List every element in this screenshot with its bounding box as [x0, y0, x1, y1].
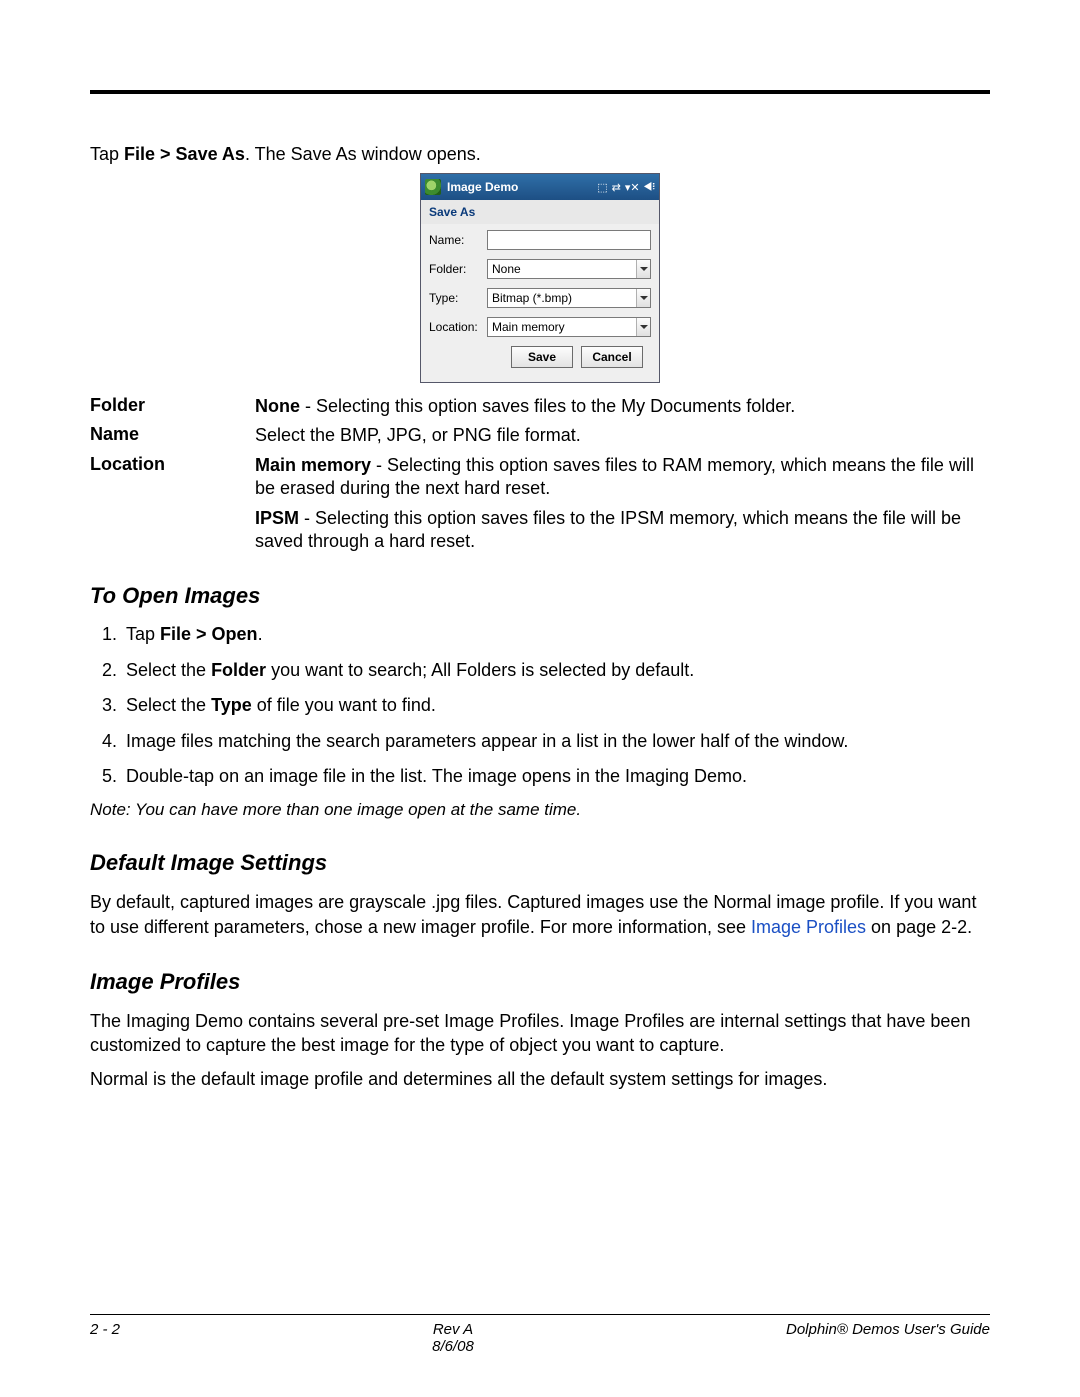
type-dropdown-icon[interactable]: [636, 289, 650, 307]
connectivity-icon: ⇄: [612, 181, 621, 194]
window-title: Image Demo: [447, 180, 597, 194]
saveas-header: Save As: [421, 200, 659, 224]
folder-dropdown-icon[interactable]: [636, 260, 650, 278]
step-2: Select the Folder you want to search; Al…: [122, 659, 990, 682]
location-value: Main memory: [492, 320, 565, 334]
signal-icon: ▾✕: [625, 181, 640, 194]
desc-row-location: Location Main memory - Selecting this op…: [90, 454, 990, 501]
heading-open-images: To Open Images: [90, 583, 990, 609]
cancel-button[interactable]: Cancel: [581, 346, 643, 368]
description-table: Folder None - Selecting this option save…: [90, 395, 990, 553]
windows-start-icon: [425, 179, 441, 195]
window-titlebar: Image Demo ⬚ ⇄ ▾✕ ◀፧: [421, 174, 659, 200]
desc-row-folder: Folder None - Selecting this option save…: [90, 395, 990, 418]
step-4: Image files matching the search paramete…: [122, 730, 990, 753]
top-rule: [90, 90, 990, 94]
footer-center: Rev A 8/6/08: [432, 1321, 474, 1355]
saveas-window: Image Demo ⬚ ⇄ ▾✕ ◀፧ Save As Name: Folde…: [420, 173, 660, 383]
desc-row-name: Name Select the BMP, JPG, or PNG file fo…: [90, 424, 990, 447]
def-location2: IPSM - Selecting this option saves files…: [255, 507, 990, 554]
footer-guide-title: Dolphin® Demos User's Guide: [786, 1321, 990, 1338]
row-name: Name:: [429, 230, 651, 250]
footer-date: 8/6/08: [432, 1338, 474, 1355]
open-steps-list: Tap File > Open. Select the Folder you w…: [90, 623, 990, 788]
def-folder: None - Selecting this option saves files…: [255, 395, 990, 418]
footer-page-number: 2 - 2: [90, 1321, 120, 1338]
type-select[interactable]: Bitmap (*.bmp): [487, 288, 651, 308]
folder-value: None: [492, 262, 521, 276]
location-dropdown-icon[interactable]: [636, 318, 650, 336]
screenshot-container: Image Demo ⬚ ⇄ ▾✕ ◀፧ Save As Name: Folde…: [90, 173, 990, 383]
heading-default-settings: Default Image Settings: [90, 850, 990, 876]
row-location: Location: Main memory: [429, 317, 651, 337]
profiles-p1: The Imaging Demo contains several pre-se…: [90, 1009, 990, 1058]
speaker-icon: ◀፧: [644, 181, 655, 194]
def-name: Select the BMP, JPG, or PNG file format.: [255, 424, 990, 447]
system-tray: ⬚ ⇄ ▾✕ ◀፧: [597, 181, 655, 194]
name-input[interactable]: [487, 230, 651, 250]
step-1: Tap File > Open.: [122, 623, 990, 646]
page-footer: 2 - 2 Rev A 8/6/08 Dolphin® Demos User's…: [90, 1314, 990, 1355]
term-location: Location: [90, 454, 255, 501]
label-folder: Folder:: [429, 262, 487, 276]
saveas-form: Name: Folder: None Type: Bitmap (*.bmp) …: [421, 224, 659, 382]
intro-suffix: . The Save As window opens.: [245, 144, 481, 164]
row-type: Type: Bitmap (*.bmp): [429, 288, 651, 308]
step-5: Double-tap on an image file in the list.…: [122, 765, 990, 788]
label-type: Type:: [429, 291, 487, 305]
open-note: Note: You can have more than one image o…: [90, 800, 990, 820]
location-select[interactable]: Main memory: [487, 317, 651, 337]
save-button[interactable]: Save: [511, 346, 573, 368]
heading-image-profiles: Image Profiles: [90, 969, 990, 995]
footer-rev: Rev A: [432, 1321, 474, 1338]
tray-icon: ⬚: [597, 181, 607, 194]
intro-prefix: Tap: [90, 144, 124, 164]
folder-select[interactable]: None: [487, 259, 651, 279]
intro-bold: File > Save As: [124, 144, 245, 164]
type-value: Bitmap (*.bmp): [492, 291, 572, 305]
def-location1: Main memory - Selecting this option save…: [255, 454, 990, 501]
row-folder: Folder: None: [429, 259, 651, 279]
profiles-p2: Normal is the default image profile and …: [90, 1067, 990, 1091]
intro-line: Tap File > Save As. The Save As window o…: [90, 144, 990, 165]
image-profiles-link[interactable]: Image Profiles: [751, 917, 866, 937]
step-3: Select the Type of file you want to find…: [122, 694, 990, 717]
default-settings-para: By default, captured images are grayscal…: [90, 890, 990, 939]
page-content: Tap File > Save As. The Save As window o…: [0, 0, 1080, 1162]
label-name: Name:: [429, 233, 487, 247]
label-location: Location:: [429, 320, 487, 334]
term-folder: Folder: [90, 395, 255, 418]
term-name: Name: [90, 424, 255, 447]
button-row: Save Cancel: [429, 346, 651, 372]
